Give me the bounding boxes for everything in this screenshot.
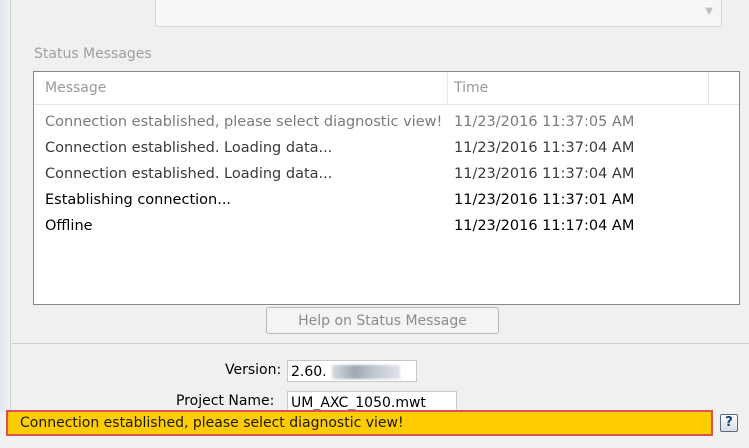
redacted-version-digits [332, 365, 400, 379]
time-cell: 11/23/2016 11:17:04 AM [454, 218, 635, 234]
status-bar-text: Connection established, please select di… [20, 415, 404, 431]
chevron-down-icon: ▼ [705, 6, 713, 17]
version-field: 2.60. [287, 360, 417, 382]
project-name-value: UM_AXC_1050.mwt [291, 395, 426, 411]
top-field-dropdown[interactable]: ▼ [155, 0, 722, 27]
message-cell: Connection established. Loading data... [45, 166, 333, 182]
time-cell: 11/23/2016 11:37:01 AM [454, 192, 635, 208]
table-row[interactable]: Connection established. Loading data... 1… [34, 162, 739, 188]
help-on-status-message-button[interactable]: Help on Status Message [266, 307, 499, 334]
column-divider[interactable] [447, 72, 448, 104]
time-cell: 11/23/2016 11:37:05 AM [454, 114, 635, 130]
project-name-label: Project Name: [176, 393, 275, 409]
table-row[interactable]: Connection established. Loading data... 1… [34, 136, 739, 162]
time-cell: 11/23/2016 11:37:04 AM [454, 166, 635, 182]
diagnostic-window: ▼ Status Messages Message Time Connectio… [0, 0, 749, 448]
version-label: Version: [225, 362, 282, 378]
top-field-row: ▼ [40, 0, 722, 32]
message-cell: Establishing connection... [45, 192, 232, 208]
window-left-edge [0, 0, 11, 412]
message-cell: Connection established. Loading data... [45, 140, 333, 156]
time-cell: 11/23/2016 11:37:04 AM [454, 140, 635, 156]
message-cell: Connection established, please select di… [45, 114, 443, 130]
column-header-time[interactable]: Time [454, 80, 488, 96]
bottom-strip [0, 438, 749, 448]
table-row[interactable]: Offline 11/23/2016 11:17:04 AM [34, 214, 739, 240]
table-row[interactable]: Connection established, please select di… [34, 110, 739, 136]
column-header-message[interactable]: Message [45, 80, 106, 96]
status-messages-list[interactable]: Message Time Connection established, ple… [33, 71, 740, 305]
help-icon[interactable]: ? [720, 414, 738, 432]
status-messages-label: Status Messages [34, 46, 152, 62]
divider [12, 343, 749, 344]
status-bar: Connection established, please select di… [6, 410, 713, 436]
version-value: 2.60. [291, 364, 327, 380]
column-divider[interactable] [708, 72, 709, 104]
table-row[interactable]: Establishing connection... 11/23/2016 11:… [34, 188, 739, 214]
message-cell: Offline [45, 218, 93, 234]
list-header: Message Time [34, 72, 739, 105]
